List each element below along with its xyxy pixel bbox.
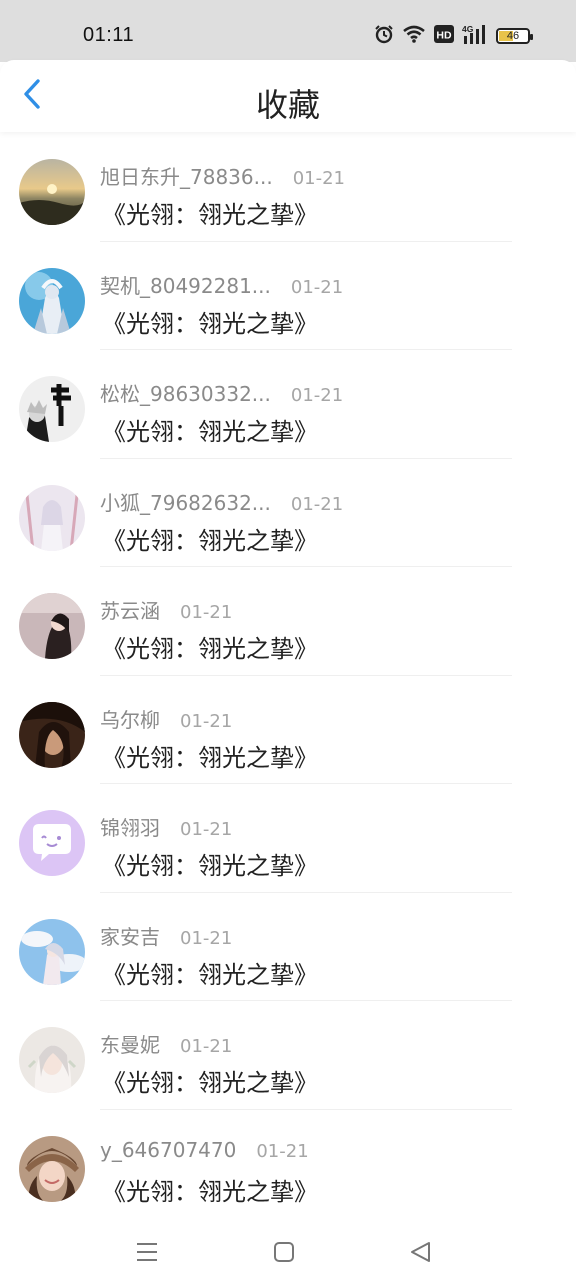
list-item[interactable]: 契机_80492281... 01-21 《光翎：翎光之挚》 <box>0 242 576 350</box>
avatar[interactable] <box>19 593 85 659</box>
book-title[interactable]: 《光翎：翎光之挚》 <box>102 1063 318 1098</box>
user-name[interactable]: 小狐_79682632... <box>100 487 271 516</box>
home-square-icon[interactable] <box>270 1238 298 1266</box>
avatar[interactable] <box>19 810 85 876</box>
hd-label: HD <box>436 30 452 42</box>
alarm-icon <box>374 24 394 48</box>
user-name[interactable]: 乌尔柳 <box>100 704 160 733</box>
system-nav-bar <box>0 1222 576 1280</box>
user-name[interactable]: 契机_80492281... <box>100 270 271 299</box>
list-item[interactable]: 松松_98630332... 01-21 《光翎：翎光之挚》 <box>0 350 576 459</box>
list-item[interactable]: y_646707470 01-21 《光翎：翎光之挚》 <box>0 1110 576 1219</box>
book-title[interactable]: 《光翎：翎光之挚》 <box>102 195 318 230</box>
battery-level: 46 <box>506 30 520 42</box>
list-item[interactable]: 旭日东升_78836... 01-21 《光翎：翎光之挚》 <box>0 133 576 242</box>
user-name[interactable]: 锦翎羽 <box>100 812 160 841</box>
date: 01-21 <box>180 710 233 732</box>
date: 01-21 <box>180 602 233 623</box>
avatar[interactable] <box>19 376 85 442</box>
date: 01-21 <box>180 819 233 840</box>
book-title[interactable]: 《光翎：翎光之挚》 <box>102 412 318 447</box>
list-item[interactable]: 东曼妮 01-21 《光翎：翎光之挚》 <box>0 1001 576 1110</box>
date: 01-21 <box>290 493 344 515</box>
book-title[interactable]: 《光翎：翎光之挚》 <box>102 955 318 990</box>
user-name[interactable]: 东曼妮 <box>100 1029 160 1058</box>
user-name[interactable]: 苏云涵 <box>100 595 160 624</box>
avatar[interactable] <box>19 701 85 768</box>
network-label: 4G <box>462 24 474 34</box>
avatar[interactable] <box>19 484 85 551</box>
book-title[interactable]: 《光翎：翎光之挚》 <box>102 1172 318 1207</box>
date: 01-21 <box>180 927 233 949</box>
signal-4g-icon: 4G <box>462 24 488 48</box>
wifi-icon <box>402 24 426 48</box>
menu-icon[interactable] <box>133 1238 161 1266</box>
book-title[interactable]: 《光翎：翎光之挚》 <box>102 304 318 339</box>
favorites-list: 旭日东升_78836... 01-21 《光翎：翎光之挚》 契机_8049228… <box>0 133 576 1218</box>
user-name[interactable]: y_646707470 <box>100 1138 236 1162</box>
hd-icon: HD <box>434 25 454 47</box>
date: 01-21 <box>292 168 346 189</box>
book-title[interactable]: 《光翎：翎光之挚》 <box>102 521 318 556</box>
battery-icon: 46 <box>496 28 533 44</box>
date: 01-21 <box>290 276 344 298</box>
avatar[interactable] <box>19 1027 85 1093</box>
avatar[interactable] <box>19 918 85 985</box>
date: 01-21 <box>290 385 344 406</box>
avatar[interactable] <box>19 159 85 225</box>
user-name[interactable]: 松松_98630332... <box>100 378 271 407</box>
status-bar: 01:11 HD 4G 46 <box>0 0 576 62</box>
date: 01-21 <box>256 1140 309 1162</box>
status-time: 01:11 <box>83 24 135 46</box>
list-item[interactable]: 锦翎羽 01-21 《光翎：翎光之挚》 <box>0 784 576 893</box>
status-icons: HD 4G 46 <box>374 22 533 50</box>
user-name[interactable]: 家安吉 <box>100 921 160 950</box>
header: 收藏 <box>0 60 576 132</box>
date: 01-21 <box>180 1036 233 1057</box>
list-item[interactable]: 家安吉 01-21 《光翎：翎光之挚》 <box>0 893 576 1001</box>
list-item[interactable]: 乌尔柳 01-21 《光翎：翎光之挚》 <box>0 676 576 784</box>
book-title[interactable]: 《光翎：翎光之挚》 <box>102 846 318 881</box>
list-item[interactable]: 苏云涵 01-21 《光翎：翎光之挚》 <box>0 567 576 676</box>
list-item[interactable]: 小狐_79682632... 01-21 《光翎：翎光之挚》 <box>0 459 576 567</box>
avatar[interactable] <box>19 1135 85 1202</box>
book-title[interactable]: 《光翎：翎光之挚》 <box>102 738 318 773</box>
page-title: 收藏 <box>255 86 320 124</box>
user-name[interactable]: 旭日东升_78836... <box>100 161 273 190</box>
back-triangle-icon[interactable] <box>407 1238 435 1266</box>
avatar[interactable] <box>19 267 85 334</box>
book-title[interactable]: 《光翎：翎光之挚》 <box>102 629 318 664</box>
